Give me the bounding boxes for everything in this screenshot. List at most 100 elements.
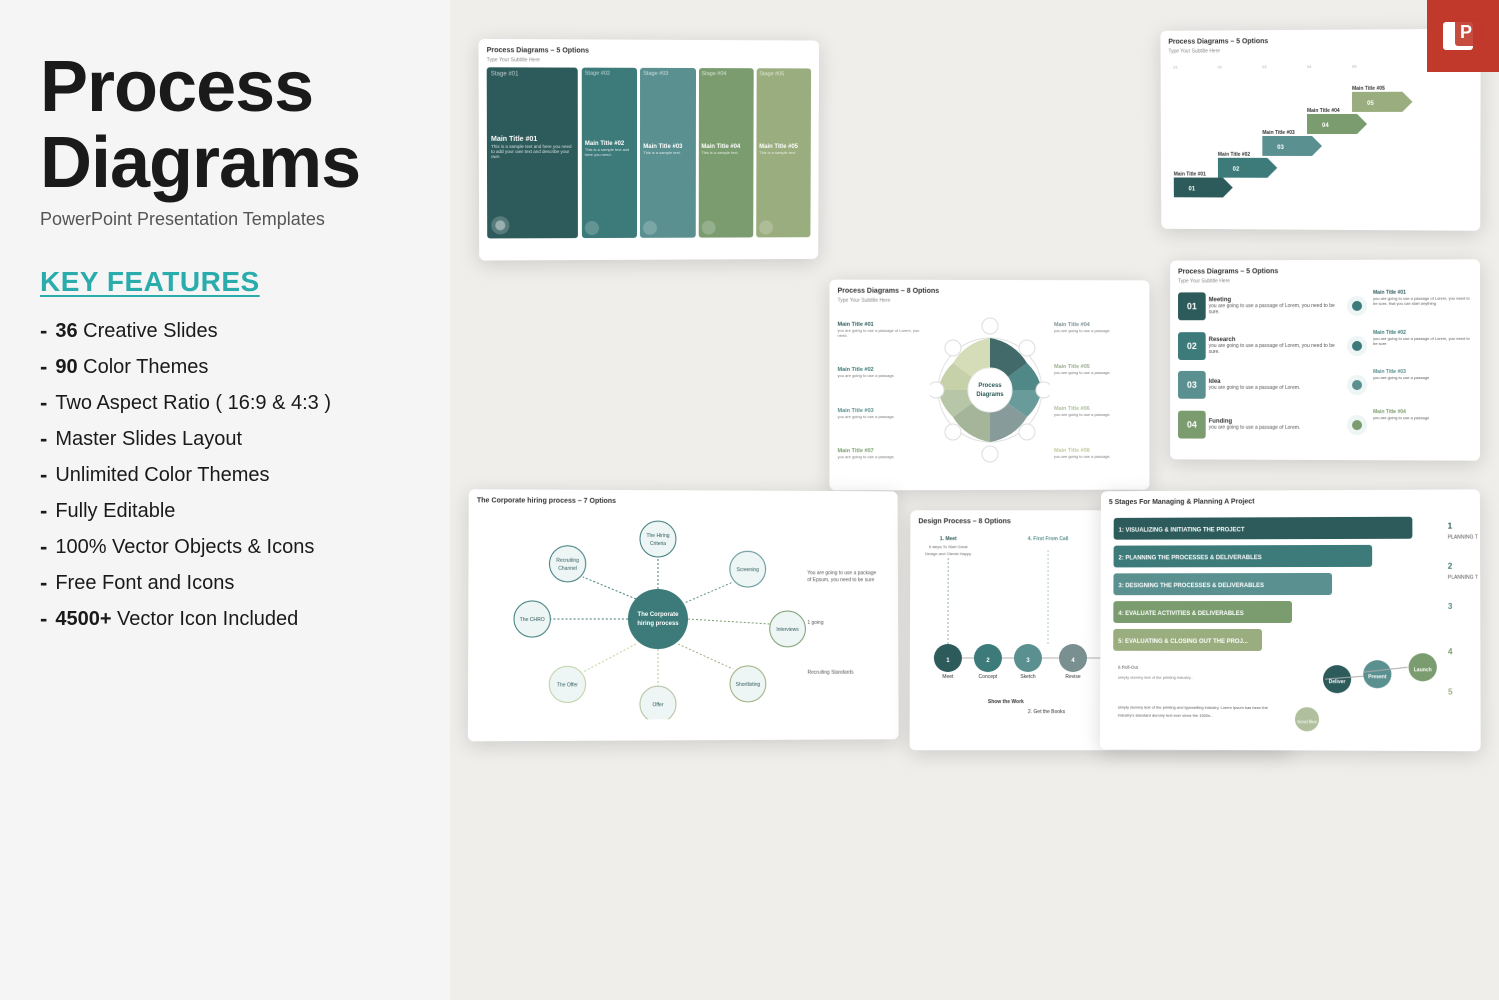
subtitle: PowerPoint Presentation Templates — [40, 209, 410, 230]
feature-dash: - — [40, 354, 47, 380]
svg-text:simply dummy text of the print: simply dummy text of the printing indust… — [1118, 675, 1194, 680]
feature-text: Master Slides Layout — [55, 428, 242, 451]
svg-text:3: 3 — [1448, 602, 1453, 611]
project-stages-diagram: 1 2 3 4 5 PLANNING THE PLANNING THE 1: V… — [1108, 508, 1479, 740]
svg-text:01: 01 — [1173, 65, 1178, 70]
feature-dash: - — [40, 462, 47, 488]
ppt-icon: P — [1427, 0, 1499, 72]
slide-inner-3: Process Diagrams – 5 Options Type Your S… — [1170, 259, 1480, 460]
svg-text:Screening: Screening — [737, 567, 760, 573]
svg-text:industry's standard dummy text: industry's standard dummy text ever sinc… — [1118, 713, 1214, 718]
svg-text:Offer: Offer — [652, 702, 663, 708]
slide1-subtitle: Type Your Subtitle Here — [487, 57, 811, 64]
hiring-diagram: The Corporate hiring process The Hiring … — [476, 508, 897, 720]
slide5-title: The Corporate hiring process – 7 Options — [477, 497, 890, 506]
feature-item-7: - 100% Vector Objects & Icons — [40, 534, 410, 560]
svg-text:2: PLANNING THE PROCESSES & DE: 2: PLANNING THE PROCESSES & DELIVERABLES — [1118, 555, 1261, 561]
svg-text:Criteria: Criteria — [650, 541, 666, 547]
svg-text:Concept: Concept — [979, 674, 998, 680]
right-panel: P Process Diagrams – 5 Options Type Your… — [450, 0, 1499, 1000]
svg-text:The Offer: The Offer — [557, 682, 579, 688]
svg-text:4. First From Call: 4. First From Call — [1028, 536, 1069, 542]
feature-text: Two Aspect Ratio ( 16:9 & 4:3 ) — [55, 392, 331, 415]
feature-item-4: - Master Slides Layout — [40, 426, 410, 452]
svg-text:Recruiting Standards: Recruiting Standards — [808, 670, 855, 676]
feature-list: - 36 Creative Slides - 90 Color Themes -… — [40, 318, 410, 632]
circular-diagram: Process Diagrams — [930, 308, 1050, 473]
feature-item-1: - 36 Creative Slides — [40, 318, 410, 344]
feature-text: Free Font and Icons — [55, 572, 234, 595]
slide-card-3: Process Diagrams – 5 Options Type Your S… — [1170, 259, 1480, 460]
feature-text: Fully Editable — [55, 500, 175, 523]
feature-item-8: - Free Font and Icons — [40, 570, 410, 596]
svg-text:03: 03 — [1262, 64, 1267, 69]
feature-dash: - — [40, 498, 47, 524]
svg-text:simply dummy text of the print: simply dummy text of the printing and ty… — [1118, 705, 1269, 711]
svg-text:Meet: Meet — [942, 674, 954, 680]
svg-text:Design and Clients Happy: Design and Clients Happy — [925, 551, 971, 556]
svg-text:02: 02 — [1218, 64, 1222, 69]
svg-text:03: 03 — [1277, 145, 1284, 151]
svg-text:01: 01 — [1189, 186, 1196, 192]
feature-dash: - — [40, 390, 47, 416]
svg-text:P: P — [1460, 22, 1472, 42]
svg-text:Show the Work: Show the Work — [988, 699, 1024, 705]
svg-text:Send files: Send files — [1297, 719, 1318, 724]
feature-item-6: - Fully Editable — [40, 498, 410, 524]
svg-text:of Epsum, you need to be sure: of Epsum, you need to be sure — [807, 577, 874, 583]
feature-item-5: - Unlimited Color Themes — [40, 462, 410, 488]
slide-card-4: Process Diagrams – 8 Options Type Your S… — [829, 280, 1149, 491]
svg-text:04: 04 — [1322, 123, 1329, 129]
feature-bold: 36 Creative Slides — [55, 320, 217, 343]
svg-text:1: 1 — [1448, 522, 1453, 531]
svg-text:1: VISUALIZING & INITIATING TH: 1: VISUALIZING & INITIATING THE PROJECT — [1119, 527, 1245, 533]
svg-text:Recruiting: Recruiting — [556, 558, 579, 564]
slide3-subtitle: Type Your Subtitle Here — [1178, 277, 1472, 284]
svg-text:Main Title #04: Main Title #04 — [1307, 108, 1340, 114]
svg-text:Main Title #01: Main Title #01 — [1174, 172, 1206, 178]
slide4-title: Process Diagrams – 8 Options — [838, 288, 1142, 296]
svg-text:The Corporate: The Corporate — [637, 612, 679, 618]
feature-item-9: - 4500+ Vector Icon Included — [40, 606, 410, 632]
svg-text:2: 2 — [1448, 562, 1453, 571]
svg-text:4: EVALUATE ACTIVITIES & DELIV: 4: EVALUATE ACTIVITIES & DELIVERABLES — [1118, 611, 1243, 617]
svg-text:04: 04 — [1307, 64, 1312, 69]
svg-text:Channel: Channel — [558, 566, 577, 572]
feature-item-3: - Two Aspect Ratio ( 16:9 & 4:3 ) — [40, 390, 410, 416]
slide-inner-1: Process Diagrams – 5 Options Type Your S… — [478, 39, 819, 261]
feature-dash: - — [40, 606, 47, 632]
svg-text:PLANNING THE: PLANNING THE — [1448, 575, 1479, 581]
feature-text: 100% Vector Objects & Icons — [55, 536, 314, 559]
feature-bold: 90 Color Themes — [55, 356, 208, 379]
svg-text:Launch: Launch — [1414, 667, 1432, 673]
svg-text:The CHRO: The CHRO — [520, 617, 545, 623]
slide4-subtitle: Type Your Subtitle Here — [838, 298, 1142, 305]
feature-text: Unlimited Color Themes — [55, 464, 269, 487]
svg-text:Diagrams: Diagrams — [976, 392, 1004, 398]
svg-text:Sketch: Sketch — [1020, 674, 1036, 680]
svg-text:Interviews: Interviews — [776, 627, 799, 633]
svg-text:Process: Process — [978, 383, 1002, 389]
svg-text:Revise: Revise — [1065, 674, 1080, 680]
svg-text:1. Meet: 1. Meet — [940, 536, 957, 542]
svg-text:Deliver: Deliver — [1329, 679, 1346, 685]
svg-text:Shortlisting: Shortlisting — [736, 682, 761, 688]
svg-text:5: 5 — [1448, 687, 1453, 696]
key-features-label: KEY FEATURES — [40, 266, 410, 298]
svg-text:4: 4 — [1448, 647, 1453, 656]
slide-card-5: The Corporate hiring process – 7 Options… — [468, 489, 899, 741]
svg-text:5 steps To Start Great: 5 steps To Start Great — [929, 544, 969, 549]
main-title: Process Diagrams — [40, 50, 410, 201]
svg-text:Present: Present — [1368, 674, 1387, 680]
slide-card-7: 5 Stages For Managing & Planning A Proje… — [1100, 489, 1481, 751]
svg-text:1 going: 1 going — [807, 620, 823, 626]
svg-text:The Hiring: The Hiring — [646, 533, 669, 539]
slide7-title: 5 Stages For Managing & Planning A Proje… — [1109, 497, 1472, 506]
slide1-title: Process Diagrams – 5 Options — [487, 47, 812, 55]
svg-text:5: EVALUATING & CLOSING OUT TH: 5: EVALUATING & CLOSING OUT THE PROJ... — [1118, 639, 1248, 645]
feature-dash: - — [40, 534, 47, 560]
svg-text:02: 02 — [1233, 167, 1240, 173]
svg-text:You are going to use a package: You are going to use a package — [807, 570, 876, 576]
feature-dash: - — [40, 426, 47, 452]
feature-item-2: - 90 Color Themes — [40, 354, 410, 380]
